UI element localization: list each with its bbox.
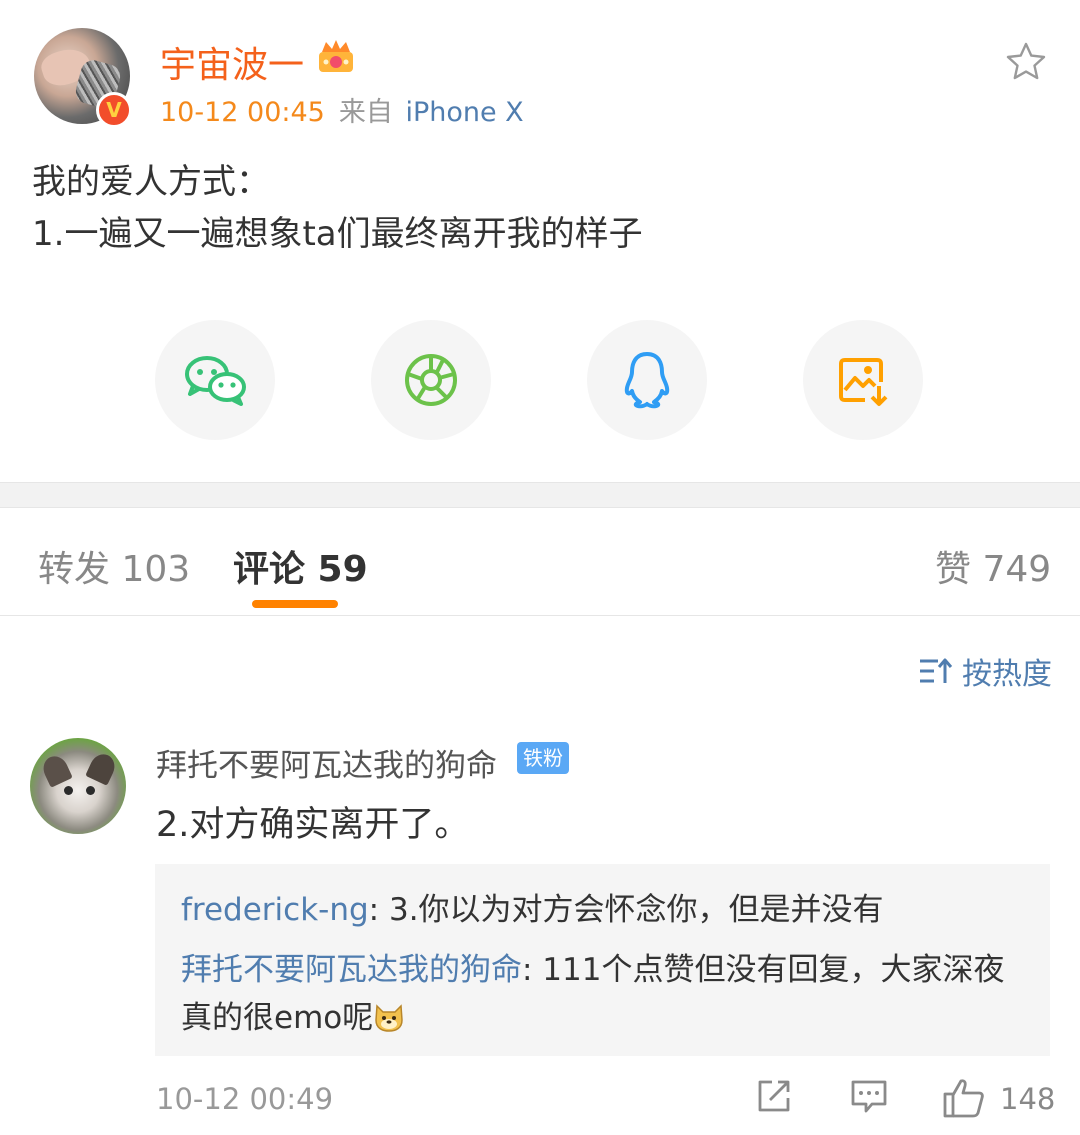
active-tab-indicator xyxy=(252,600,338,608)
sort-icon xyxy=(920,658,953,683)
share-moments-button[interactable] xyxy=(371,320,491,440)
like-icon[interactable] xyxy=(942,1078,986,1118)
interaction-tabs: 转发 103 评论 59 赞 749 xyxy=(0,508,1080,616)
post-text-line: 我的爱人方式： xyxy=(32,162,270,202)
reply-user[interactable]: 拜托不要阿瓦达我的狗命 xyxy=(181,952,522,988)
reply-item: 拜托不要阿瓦达我的狗命: 111个点赞但没有回复，大家深夜真的很emo呢 xyxy=(181,946,1024,1042)
post-text-line: 1.一遍又一遍想象ta们最终离开我的样子 xyxy=(32,214,643,254)
comment-text: 2.对方确实离开了。 xyxy=(156,805,470,845)
save-image-icon xyxy=(839,358,888,406)
tab-likes[interactable]: 赞 749 xyxy=(935,540,1051,592)
sort-label: 按热度 xyxy=(962,657,1052,692)
post-content: 我的爱人方式： 1.一遍又一遍想象ta们最终离开我的样子 xyxy=(32,156,643,260)
post-source-label: 来自 xyxy=(338,97,393,128)
star-icon[interactable] xyxy=(1004,40,1048,84)
section-divider xyxy=(0,482,1080,508)
avatar-cat-ear xyxy=(85,750,119,786)
reply-user[interactable]: frederick-ng xyxy=(181,892,369,928)
post-device[interactable]: iPhone X xyxy=(405,97,523,128)
avatar-cat-eye xyxy=(86,786,95,795)
fan-badge: 铁粉 xyxy=(517,742,569,774)
reply-box[interactable]: frederick-ng: 3.你以为对方会怀念你，但是并没有 拜托不要阿瓦达我… xyxy=(155,864,1050,1056)
share-row xyxy=(0,320,1080,442)
verified-badge-icon: V xyxy=(96,92,132,128)
wechat-icon xyxy=(185,356,246,406)
reply-text: : 3.你以为对方会怀念你，但是并没有 xyxy=(368,892,884,928)
like-count: 148 xyxy=(1000,1082,1056,1116)
tab-comments[interactable]: 评论 59 xyxy=(233,540,368,592)
sort-by-hot-button[interactable]: 按热度 xyxy=(918,650,1052,692)
comment-time: 10-12 00:49 xyxy=(156,1082,334,1116)
author-name[interactable]: 宇宙波一 xyxy=(160,36,304,88)
share-comment-icon[interactable] xyxy=(756,1078,792,1114)
post-time: 10-12 00:45 xyxy=(160,97,325,128)
tab-reposts[interactable]: 转发 103 xyxy=(38,540,190,592)
reply-comment-icon[interactable] xyxy=(850,1078,888,1114)
crown-icon xyxy=(319,40,353,72)
post-meta: 10-12 00:45 来自 iPhone X xyxy=(160,90,524,129)
avatar-cat-ear xyxy=(39,752,73,788)
avatar-cat-eye xyxy=(64,786,73,795)
share-wechat-button[interactable] xyxy=(155,320,275,440)
qq-icon xyxy=(624,352,670,409)
save-image-button[interactable] xyxy=(803,320,923,440)
reply-item: frederick-ng: 3.你以为对方会怀念你，但是并没有 xyxy=(181,886,1024,934)
commenter-avatar[interactable] xyxy=(30,738,126,834)
doge-emoji-icon xyxy=(375,1004,404,1032)
post-header: V 宇宙波一 10-12 00:45 来自 iPhone X xyxy=(0,0,1080,140)
share-qq-button[interactable] xyxy=(587,320,707,440)
commenter-name[interactable]: 拜托不要阿瓦达我的狗命 xyxy=(156,740,497,785)
moments-icon xyxy=(405,354,457,406)
